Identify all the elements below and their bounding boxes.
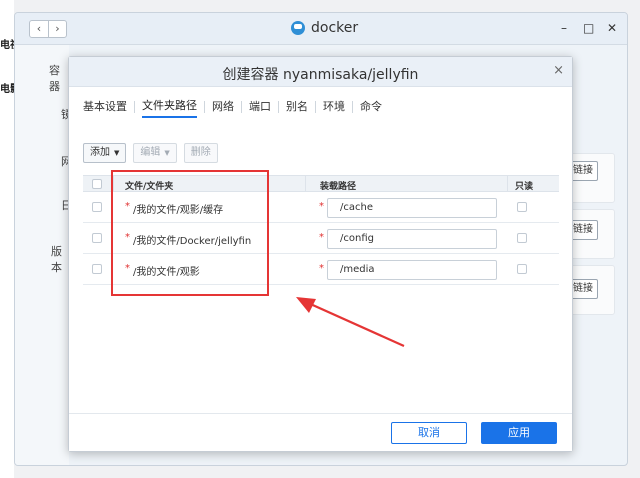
arrow-head bbox=[296, 297, 316, 313]
annotation-arrow bbox=[296, 297, 405, 348]
arrow-shaft bbox=[305, 300, 405, 348]
